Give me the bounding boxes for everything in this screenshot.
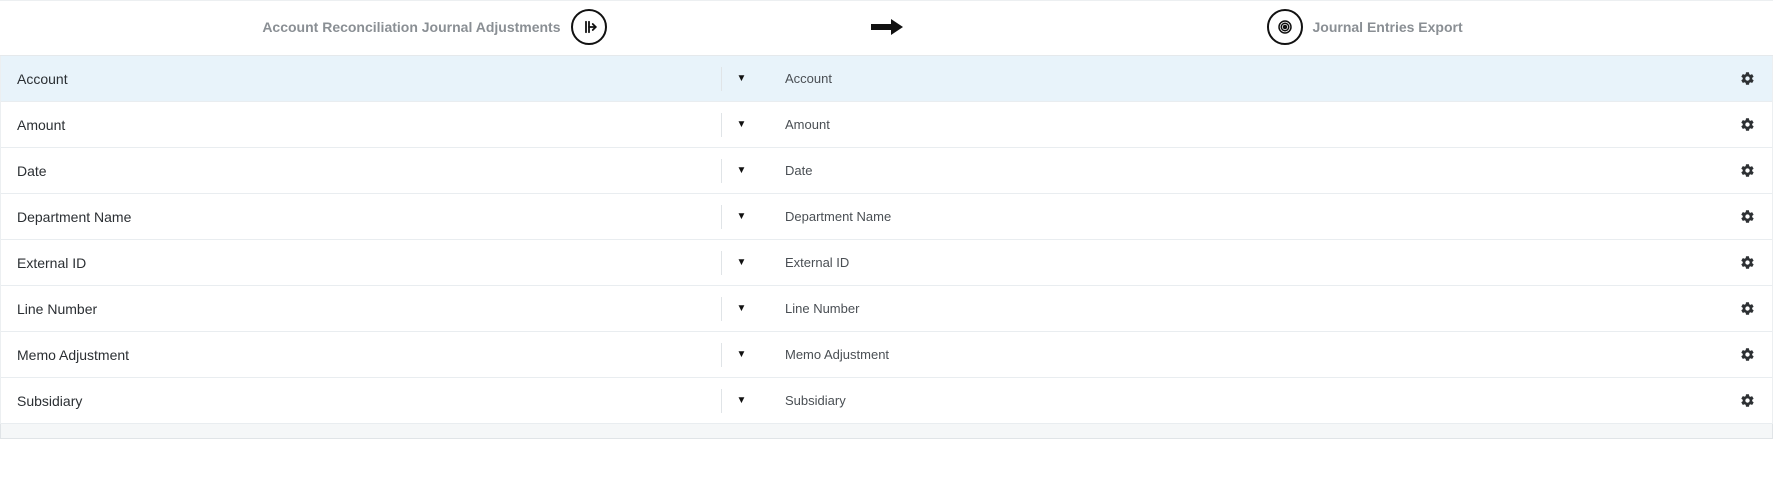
source-title: Account Reconciliation Journal Adjustmen… (262, 19, 560, 35)
dropdown-caret-icon[interactable]: ▼ (721, 159, 761, 183)
mapping-row[interactable]: Line Number▼Line Number (1, 286, 1772, 332)
gear-icon[interactable] (1722, 347, 1772, 362)
target-field: Account (761, 71, 1501, 86)
mapping-row[interactable]: Amount▼Amount (1, 102, 1772, 148)
target-title: Journal Entries Export (1313, 19, 1463, 35)
mapping-row[interactable]: Memo Adjustment▼Memo Adjustment (1, 332, 1772, 378)
source-field: Subsidiary (1, 393, 721, 409)
mapping-row[interactable]: Date▼Date (1, 148, 1772, 194)
target-field: Memo Adjustment (761, 347, 1501, 362)
target-field: Department Name (761, 209, 1501, 224)
source-field: Date (1, 163, 721, 179)
mapping-row[interactable]: Department Name▼Department Name (1, 194, 1772, 240)
arrow-right-icon (867, 17, 907, 37)
gear-icon[interactable] (1722, 301, 1772, 316)
gear-icon[interactable] (1722, 209, 1772, 224)
mapping-direction (867, 17, 907, 37)
mapping-row[interactable]: Subsidiary▼Subsidiary (1, 378, 1772, 424)
dropdown-caret-icon[interactable]: ▼ (721, 251, 761, 275)
source-icon (571, 9, 607, 45)
target-title-block: Journal Entries Export (907, 9, 1756, 45)
source-field: Amount (1, 117, 721, 133)
mapping-header: Account Reconciliation Journal Adjustmen… (0, 0, 1773, 56)
dropdown-caret-icon[interactable]: ▼ (721, 389, 761, 413)
source-field: Line Number (1, 301, 721, 317)
source-field: External ID (1, 255, 721, 271)
target-icon (1267, 9, 1303, 45)
source-field: Account (1, 71, 721, 87)
mapping-row[interactable]: External ID▼External ID (1, 240, 1772, 286)
gear-icon[interactable] (1722, 117, 1772, 132)
dropdown-caret-icon[interactable]: ▼ (721, 113, 761, 137)
source-field: Department Name (1, 209, 721, 225)
target-field: External ID (761, 255, 1501, 270)
dropdown-caret-icon[interactable]: ▼ (721, 343, 761, 367)
dropdown-caret-icon[interactable]: ▼ (721, 205, 761, 229)
gear-icon[interactable] (1722, 163, 1772, 178)
dropdown-caret-icon[interactable]: ▼ (721, 67, 761, 91)
field-mapping-list: Account▼AccountAmount▼AmountDate▼DateDep… (0, 56, 1773, 424)
target-field: Subsidiary (761, 393, 1501, 408)
dropdown-caret-icon[interactable]: ▼ (721, 297, 761, 321)
horizontal-scrollbar[interactable] (0, 424, 1773, 439)
target-field: Date (761, 163, 1501, 178)
gear-icon[interactable] (1722, 71, 1772, 86)
target-field: Line Number (761, 301, 1501, 316)
source-title-block: Account Reconciliation Journal Adjustmen… (18, 9, 867, 45)
target-field: Amount (761, 117, 1501, 132)
mapping-row[interactable]: Account▼Account (1, 56, 1772, 102)
gear-icon[interactable] (1722, 393, 1772, 408)
gear-icon[interactable] (1722, 255, 1772, 270)
source-field: Memo Adjustment (1, 347, 721, 363)
